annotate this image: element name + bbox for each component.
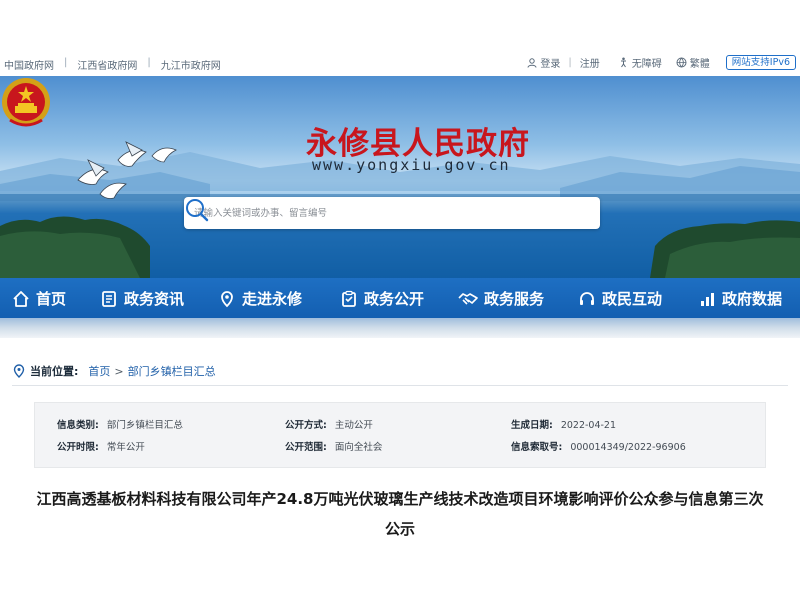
info-label: 公开方式: [285,420,327,431]
nav-label: 首页 [36,290,67,308]
handshake-icon [458,292,478,305]
breadcrumb-label: 当前位置: [30,365,79,378]
nav-shadow [0,318,800,338]
globe-icon [676,57,687,68]
info-label: 公开时限: [57,442,99,453]
info-value: 部门乡镇栏目汇总 [106,420,183,431]
info-category: 信息类别: 部门乡镇栏目汇总 [57,417,183,431]
info-label: 公开范围: [285,442,327,453]
info-label: 生成日期: [511,420,553,431]
divider: | [568,57,572,68]
info-value: 面向全社会 [334,442,383,453]
gov-links: 中国政府网 | 江西省政府网 | 九江市政府网 [4,57,221,72]
breadcrumb-separator: > [114,364,124,378]
article-title: 江西高透基板材料科技有限公司年产24.8万吨光伏玻璃生产线技术改造项目环境影响评… [36,490,764,538]
accessibility-label: 无障碍 [631,59,662,70]
login-link[interactable]: 登录 [527,55,560,70]
nav-item-news[interactable]: 政务资讯 [100,288,184,309]
info-method: 公开方式: 主动公开 [285,417,373,431]
user-tools: 登录 | 注册 无障碍 繁體 网站支持IPv6 [527,55,796,70]
page: 中国政府网 | 江西省政府网 | 九江市政府网 登录 | 注册 无障碍 繁體 网… [0,0,800,600]
info-date: 生成日期: 2022-04-21 [511,417,616,431]
nav-label: 走进永修 [242,290,303,308]
location-icon [221,290,233,307]
nav-item-services[interactable]: 政务服务 [458,288,544,309]
document-icon [102,290,116,307]
divider [12,385,788,386]
accessibility-link[interactable]: 无障碍 [618,55,662,70]
divider: | [147,57,151,68]
info-scope: 公开范围: 面向全社会 [285,439,382,453]
nav-label: 政务服务 [484,290,545,308]
ipv6-badge: 网站支持IPv6 [725,55,796,70]
info-period: 公开时限: 常年公开 [57,439,145,453]
home-icon [13,290,29,307]
headset-icon [580,291,594,305]
search-input[interactable] [194,203,554,223]
nav-item-about[interactable]: 走进永修 [218,288,302,309]
info-label: 信息类别: [57,420,99,431]
breadcrumb-home[interactable]: 首页 [88,363,110,379]
nav-label: 政民互动 [602,290,663,308]
nav-item-interaction[interactable]: 政民互动 [578,288,662,309]
link-central-gov[interactable]: 中国政府网 [4,57,54,72]
link-jiangxi-gov[interactable]: 江西省政府网 [77,57,137,72]
document-metadata: 信息类别: 部门乡镇栏目汇总 公开方式: 主动公开 生成日期: 2022-04-21 … [34,402,766,468]
search-bar [184,197,600,229]
traditional-label: 繁體 [689,59,710,70]
register-link[interactable]: 注册 [580,55,600,70]
login-label: 登录 [540,59,561,70]
nav-item-home[interactable]: 首页 [12,288,66,309]
info-value: 000014349/2022-96906 [570,442,686,453]
info-value: 主动公开 [334,420,373,431]
breadcrumb: 当前位置: 首页 > 部门乡镇栏目汇总 [12,363,216,379]
nav-label: 政府数据 [722,290,783,308]
accessibility-icon [620,57,626,68]
national-emblem-icon [2,78,50,127]
info-value: 常年公开 [106,442,145,453]
nav-item-disclosure[interactable]: 政务公开 [340,288,424,309]
divider: | [64,57,68,68]
location-pin-icon [13,364,25,378]
user-icon [527,57,537,68]
header-banner: 永修县人民政府 www.yongxiu.gov.cn [0,76,800,278]
breadcrumb-current[interactable]: 部门乡镇栏目汇总 [128,363,216,379]
bar-chart-icon [701,292,714,306]
search-icon[interactable] [184,197,210,223]
nav-label: 政务资讯 [124,290,185,308]
info-index: 信息索取号: 000014349/2022-96906 [511,439,686,453]
landscape-illustration [0,141,800,278]
nav-item-data[interactable]: 政府数据 [700,288,782,309]
info-label: 信息索取号: [511,442,563,453]
traditional-chinese-link[interactable]: 繁體 [676,55,710,70]
main-nav: 首页 政务资讯 走进永修 政务公开 政务服务 政民互动 政府数据 [0,278,800,318]
nav-label: 政务公开 [364,290,425,308]
checklist-icon [342,290,356,307]
top-bar: 中国政府网 | 江西省政府网 | 九江市政府网 登录 | 注册 无障碍 繁體 网… [0,52,800,76]
link-jiujiang-gov[interactable]: 九江市政府网 [161,57,221,72]
site-url: www.yongxiu.gov.cn [312,156,511,174]
info-value: 2022-04-21 [560,420,617,431]
